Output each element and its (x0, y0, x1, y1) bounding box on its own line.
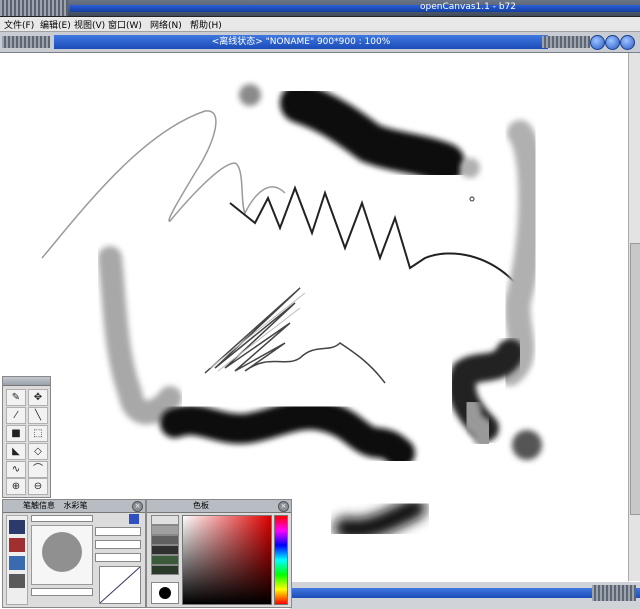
pressure-curve-graph[interactable] (99, 566, 141, 604)
scrollbar-thumb[interactable] (630, 243, 640, 515)
stroke-bottom-small (334, 497, 426, 541)
color-panel-header: 色板 (147, 500, 291, 513)
doc-grip-right[interactable] (542, 36, 590, 48)
brush-panel-close-icon[interactable]: × (132, 501, 143, 512)
zoom-out-icon[interactable]: ⊖ (28, 478, 48, 495)
close-button[interactable] (620, 35, 635, 50)
menu-network[interactable]: 网络(N) (150, 18, 182, 31)
stroke-right-vertical (497, 120, 545, 386)
tool-panel: ✎ ✥ ⁄ ╲ ■ ⬚ ◣ ◇ ∿ ⌒ ⊕ ⊖ (2, 376, 51, 498)
color-panel-close-icon[interactable]: × (278, 501, 289, 512)
zoom-in-icon[interactable]: ⊕ (6, 478, 26, 495)
eraser-brush-icon[interactable] (9, 574, 25, 588)
lasso-tool-icon[interactable]: ◇ (28, 443, 48, 460)
stroke-thin-arc (41, 110, 286, 259)
bottom-band (290, 588, 640, 598)
blob-dark-right (512, 430, 542, 460)
menu-file[interactable]: 文件(F) (4, 18, 34, 31)
document-titlebar: <离线状态> "NONAME" 900*900 : 100% (0, 32, 640, 53)
blob-small-top (239, 84, 261, 106)
color-gradient-picker[interactable] (182, 515, 272, 605)
menu-bar: 文件(F) 编辑(E) 视图(V) 窗口(W) 网络(N) 帮助(H) (0, 17, 640, 32)
current-color-box[interactable] (151, 582, 179, 604)
swatch[interactable] (151, 525, 179, 535)
vertical-scrollbar[interactable] (628, 53, 640, 581)
save-brush-icon[interactable] (129, 514, 139, 524)
cursor-dot (469, 196, 475, 202)
swatch[interactable] (151, 515, 179, 525)
wave-tool-icon[interactable]: ⌒ (28, 461, 48, 478)
minimize-button[interactable] (590, 35, 605, 50)
eyedropper-tool-icon[interactable]: ⁄ (6, 407, 26, 424)
menu-window[interactable]: 窗口(W) (108, 18, 142, 31)
hue-slider[interactable] (274, 515, 288, 605)
maximize-button[interactable] (605, 35, 620, 50)
watercolor-brush-icon[interactable] (9, 556, 25, 570)
current-color-dot (159, 587, 171, 599)
tool-panel-header[interactable] (3, 377, 50, 386)
brush-opacity-slider[interactable] (31, 588, 93, 596)
titlebar-band (70, 5, 640, 12)
bucket-tool-icon[interactable]: ◣ (6, 443, 26, 460)
brush-param-slider-2[interactable] (95, 540, 141, 549)
brush-tab-watercolor[interactable]: 水彩笔 (64, 501, 88, 510)
curve-tool-icon[interactable]: ∿ (6, 461, 26, 478)
color-panel: 色板 × (146, 499, 292, 608)
fill-rect-tool-icon[interactable]: ■ (6, 425, 26, 442)
stroke-zigzag (229, 185, 521, 289)
blob-gray-right (460, 158, 480, 178)
pen-tool-icon[interactable]: ✎ (6, 389, 26, 406)
pen-brush-icon[interactable] (9, 520, 25, 534)
brush-tip-preview (42, 532, 82, 572)
color-swatches (151, 515, 179, 579)
stroke-scribble (204, 287, 386, 384)
bottom-grip[interactable] (592, 585, 636, 601)
brush-preview (31, 525, 93, 585)
brush-panel: 笔触信息 水彩笔 × (2, 499, 146, 608)
swatch[interactable] (151, 545, 179, 555)
marker-brush-icon[interactable] (9, 538, 25, 552)
document-title: <离线状态> "NONAME" 900*900 : 100% (54, 35, 548, 49)
stroke-big-blob (280, 83, 465, 183)
brush-param-slider-1[interactable] (95, 527, 141, 536)
line-tool-icon[interactable]: ╲ (28, 407, 48, 424)
brush-size-slider[interactable] (31, 515, 93, 522)
titlebar-grip[interactable] (0, 0, 68, 16)
brush-type-strip[interactable] (6, 515, 28, 605)
menu-view[interactable]: 视图(V) (74, 18, 105, 31)
brush-tab-info[interactable]: 笔触信息 (23, 501, 55, 510)
menu-help[interactable]: 帮助(H) (190, 18, 222, 31)
brush-panel-header: 笔触信息 水彩笔 (3, 500, 145, 513)
brush-param-slider-3[interactable] (95, 553, 141, 562)
swatch[interactable] (151, 535, 179, 545)
doc-grip-left[interactable] (2, 36, 50, 48)
menu-edit[interactable]: 编辑(E) (40, 18, 71, 31)
swatch[interactable] (151, 565, 179, 575)
window-title: openCanvas1.1 - b72 (420, 2, 516, 12)
window-titlebar: openCanvas1.1 - b72 (0, 0, 640, 17)
stroke-bottom-wave (160, 399, 415, 468)
move-tool-icon[interactable]: ✥ (28, 389, 48, 406)
swatch[interactable] (151, 555, 179, 565)
stroke-left-vertical (98, 246, 182, 425)
bottom-bar (290, 582, 640, 609)
select-rect-tool-icon[interactable]: ⬚ (28, 425, 48, 442)
